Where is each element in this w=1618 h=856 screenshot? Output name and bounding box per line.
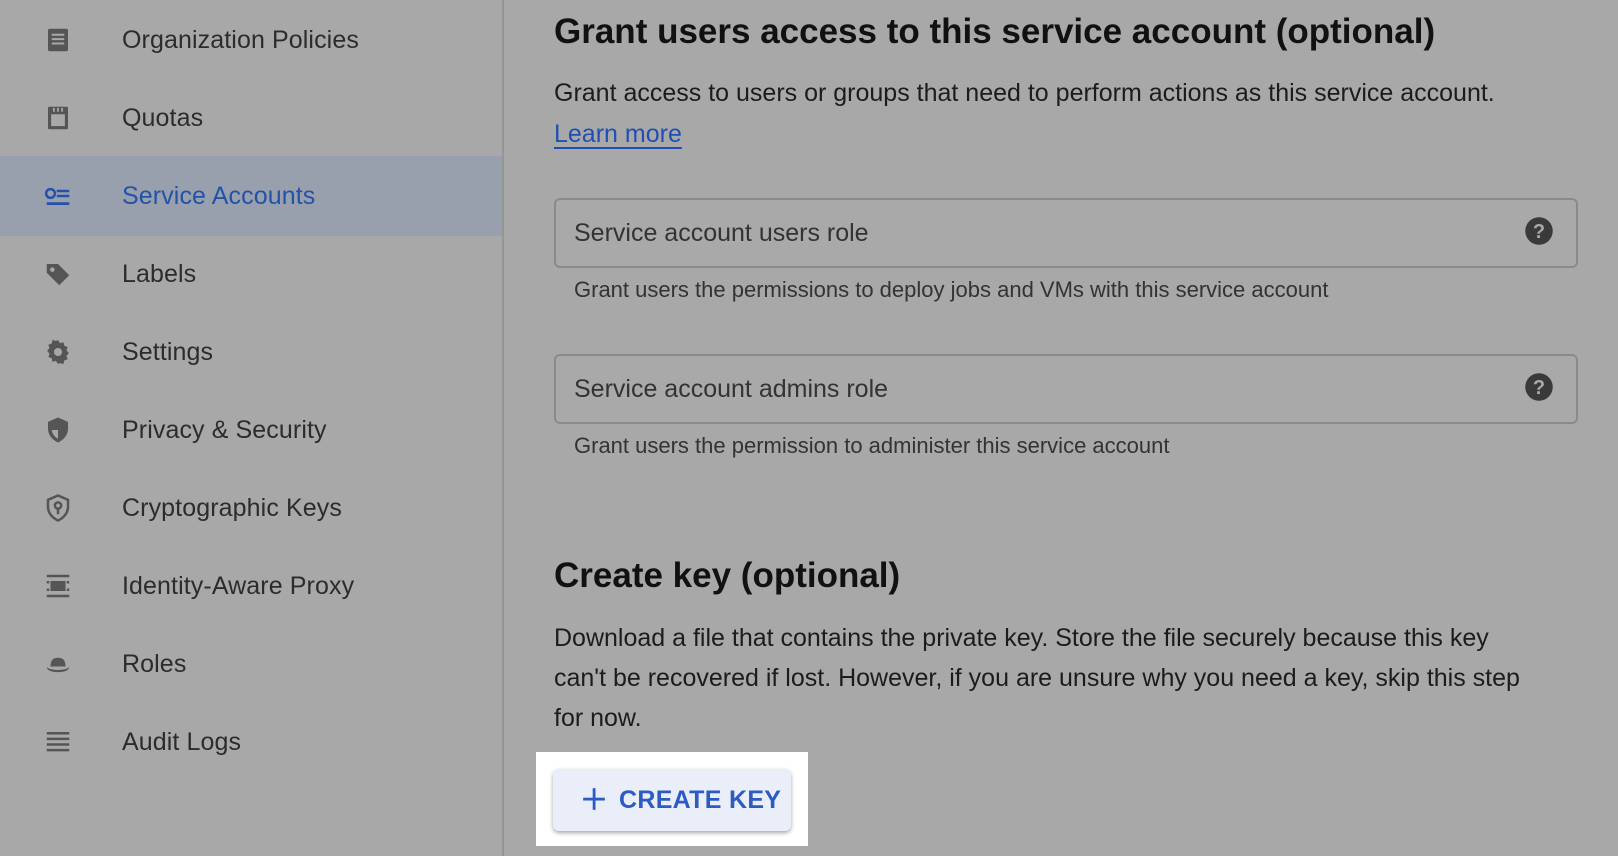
create-key-button[interactable]: CREATE KEY [553, 769, 791, 831]
sidebar-item-label: Roles [122, 649, 187, 678]
help-icon[interactable]: ? [1524, 216, 1554, 246]
service-account-users-role-field[interactable]: Service account users role ? [554, 198, 1578, 268]
sidebar-item-label: Settings [122, 337, 214, 366]
proxy-icon [43, 571, 73, 601]
create-key-description: Download a file that contains the privat… [554, 618, 1564, 738]
create-key-description-line: Download a file that contains the privat… [554, 624, 1489, 652]
sidebar-item-label: Organization Policies [122, 25, 359, 54]
sidebar-item-identity-aware-proxy[interactable]: Identity-Aware Proxy [0, 546, 502, 626]
admins-role-hint: Grant users the permission to administer… [574, 433, 1170, 458]
sidebar-item-label: Cryptographic Keys [122, 493, 342, 522]
admins-role-field-label: Service account admins role [574, 375, 889, 403]
create-key-description-line: for now. [554, 704, 642, 732]
sidebar-item-labels[interactable]: Labels [0, 234, 502, 314]
hat-icon [43, 649, 73, 679]
svg-text:?: ? [1533, 377, 1545, 399]
sidebar-item-quotas[interactable]: Quotas [0, 78, 502, 158]
sidebar-item-label: Identity-Aware Proxy [122, 571, 355, 600]
sidebar-item-audit-logs[interactable]: Audit Logs [0, 702, 502, 782]
sidebar-item-service-accounts[interactable]: Service Accounts [0, 156, 502, 236]
help-icon[interactable]: ? [1524, 372, 1554, 402]
create-key-heading: Create key (optional) [554, 556, 901, 595]
grant-access-description: Grant access to users or groups that nee… [554, 79, 1495, 107]
list-icon [43, 727, 73, 757]
label-tag-icon [43, 259, 73, 289]
learn-more-link[interactable]: Learn more [554, 114, 682, 154]
sidebar-item-organization-policies[interactable]: Organization Policies [0, 0, 502, 80]
sidebar-item-roles[interactable]: Roles [0, 624, 502, 704]
sidebar-item-settings[interactable]: Settings [0, 312, 502, 392]
shield-icon [43, 415, 73, 445]
users-role-hint: Grant users the permissions to deploy jo… [574, 277, 1329, 302]
app-window: Organization Policies Quotas Service Acc… [0, 0, 1618, 856]
grant-access-heading: Grant users access to this service accou… [554, 12, 1436, 51]
sidebar-item-label: Labels [122, 259, 197, 288]
sidebar-item-label: Privacy & Security [122, 415, 327, 444]
policy-doc-icon [43, 25, 73, 55]
create-key-description-line: can't be recovered if lost. However, if … [554, 664, 1520, 692]
sidebar-item-privacy-security[interactable]: Privacy & Security [0, 390, 502, 470]
sidebar-item-label: Service Accounts [122, 181, 316, 210]
sidebar-item-label: Quotas [122, 103, 204, 132]
create-key-button-label: CREATE KEY [619, 786, 782, 814]
users-role-field-label: Service account users role [574, 219, 869, 247]
gear-icon [43, 337, 73, 367]
service-account-icon [43, 181, 73, 211]
sidebar-nav: Organization Policies Quotas Service Acc… [0, 0, 504, 856]
sidebar-item-cryptographic-keys[interactable]: Cryptographic Keys [0, 468, 502, 548]
quota-icon [43, 103, 73, 133]
service-account-admins-role-field[interactable]: Service account admins role ? [554, 354, 1578, 424]
sidebar-item-label: Audit Logs [122, 727, 242, 756]
main-content: Grant users access to this service accou… [504, 0, 1618, 856]
plus-icon [581, 786, 607, 812]
key-shield-icon [43, 493, 73, 523]
svg-text:?: ? [1533, 221, 1545, 243]
